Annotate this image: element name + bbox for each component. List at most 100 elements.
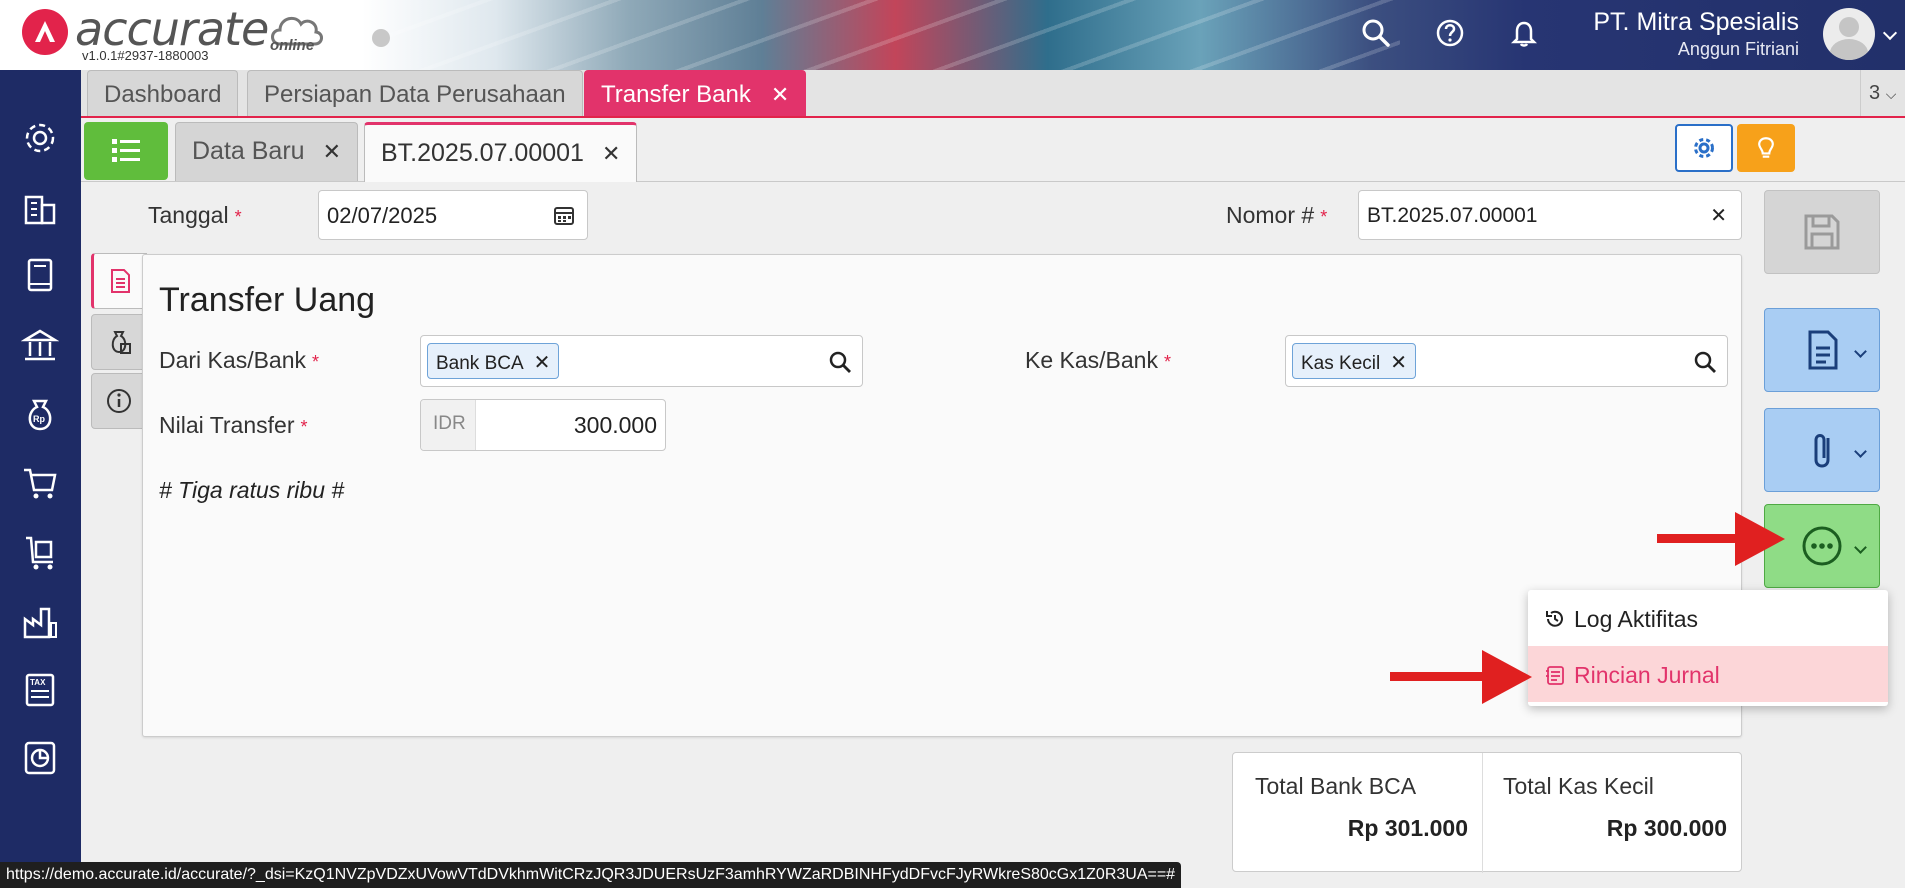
subtab-label: Data Baru	[192, 137, 305, 165]
gear-icon[interactable]	[20, 118, 60, 158]
ke-tag: Kas Kecil ✕	[1292, 343, 1416, 379]
nomor-value: BT.2025.07.00001	[1367, 204, 1538, 227]
tab-persiapan-data[interactable]: Persiapan Data Perusahaan	[247, 70, 583, 116]
totals-panel: Total Bank BCA Rp 301.000 Total Kas Keci…	[1232, 752, 1742, 873]
bell-icon[interactable]	[1506, 15, 1542, 51]
tax-icon[interactable]: TAX	[20, 670, 60, 710]
factory-icon[interactable]	[20, 602, 60, 642]
cart-icon[interactable]	[20, 463, 60, 503]
chevron-down-icon	[1854, 541, 1867, 554]
search-icon[interactable]	[1693, 350, 1717, 374]
report-chart-icon[interactable]	[20, 738, 60, 778]
currency-label: IDR	[421, 400, 476, 450]
close-icon[interactable]: ✕	[602, 141, 620, 167]
bank-icon[interactable]	[20, 325, 60, 365]
more-dots-icon	[1802, 526, 1842, 566]
journal-icon	[1546, 666, 1564, 685]
close-icon[interactable]: ✕	[771, 82, 789, 108]
nomor-label: Nomor # *	[1226, 202, 1328, 228]
dari-label: Dari Kas/Bank *	[159, 347, 320, 373]
gear-icon	[1694, 138, 1714, 158]
list-icon	[112, 139, 140, 162]
avatar[interactable]	[1823, 8, 1875, 60]
red-arrow-icon	[1657, 512, 1785, 566]
svg-text:Rp: Rp	[33, 414, 45, 424]
tab-detail[interactable]	[91, 253, 147, 309]
company-name: PT. Mitra Spesialis	[1593, 8, 1799, 36]
chevron-down-icon	[1854, 345, 1867, 358]
document-icon	[1808, 330, 1838, 370]
close-icon[interactable]: ✕	[323, 139, 341, 165]
nomor-input[interactable]: BT.2025.07.00001 ✕	[1358, 190, 1742, 240]
ke-label: Ke Kas/Bank *	[1025, 347, 1171, 373]
tab-label: Persiapan Data Perusahaan	[264, 81, 566, 108]
list-view-button[interactable]	[84, 122, 168, 180]
tab-label: Dashboard	[104, 81, 222, 108]
remove-icon[interactable]: ✕	[534, 352, 551, 374]
remove-icon[interactable]: ✕	[1390, 352, 1407, 374]
user-name: Anggun Fitriani	[1677, 39, 1799, 59]
dari-input[interactable]: Bank BCA ✕	[420, 335, 863, 387]
tab-count-dropdown[interactable]: 3 ⌵	[1860, 70, 1905, 116]
money-bag-icon	[111, 331, 131, 354]
total-kas-kecil: Total Kas Kecil Rp 300.000	[1503, 773, 1727, 841]
connection-dot	[372, 29, 390, 47]
search-icon[interactable]	[1358, 15, 1394, 51]
svg-text:TAX: TAX	[30, 678, 46, 687]
accurate-logo-icon[interactable]	[22, 9, 68, 55]
tab-dashboard[interactable]: Dashboard	[87, 70, 239, 116]
logo-online: online	[270, 37, 315, 54]
save-icon	[1804, 214, 1840, 250]
tab-count: 3	[1869, 82, 1881, 104]
subtab-bt-number[interactable]: BT.2025.07.00001 ✕	[364, 122, 638, 182]
calendar-icon[interactable]	[553, 204, 575, 226]
subtab-data-baru[interactable]: Data Baru ✕	[175, 122, 358, 181]
tab-money[interactable]	[91, 314, 147, 370]
ke-input[interactable]: Kas Kecil ✕	[1285, 335, 1728, 387]
chevron-down-icon[interactable]	[1882, 25, 1898, 41]
total-bank-bca: Total Bank BCA Rp 301.000	[1233, 753, 1483, 873]
card-title: Transfer Uang	[159, 281, 376, 319]
chevron-down-icon	[1854, 445, 1867, 458]
main-tab-bar: Dashboard Persiapan Data Perusahaan Tran…	[81, 70, 1905, 118]
sidebar: Rp TAX	[0, 70, 81, 888]
tab-transfer-bank[interactable]: Transfer Bank ✕	[584, 70, 807, 116]
tab-label: Transfer Bank	[601, 81, 751, 108]
menu-item-rincian-jurnal[interactable]: Rincian Jurnal	[1528, 646, 1888, 702]
help-icon[interactable]	[1432, 15, 1468, 51]
cart-box-icon[interactable]	[20, 533, 60, 573]
company-info[interactable]: PT. Mitra Spesialis Anggun Fitriani	[1593, 8, 1799, 60]
lightbulb-icon	[1758, 137, 1774, 158]
nilai-label: Nilai Transfer *	[159, 412, 308, 438]
settings-button[interactable]	[1675, 124, 1733, 172]
book-icon[interactable]	[20, 255, 60, 295]
subtab-label: BT.2025.07.00001	[381, 139, 584, 167]
tanggal-label: Tanggal *	[148, 202, 242, 228]
red-arrow-icon	[1390, 650, 1532, 704]
nilai-input[interactable]: IDR 300.000	[420, 399, 666, 451]
nilai-value: 300.000	[573, 412, 657, 438]
tab-info[interactable]	[91, 373, 147, 429]
money-bag-icon[interactable]: Rp	[20, 394, 60, 434]
paperclip-icon	[1814, 434, 1830, 468]
clear-icon[interactable]: ✕	[1710, 203, 1727, 228]
history-icon	[1546, 610, 1563, 627]
version-label: v1.0.1#2937-1880003	[82, 48, 209, 63]
status-url: https://demo.accurate.id/accurate/?_dsi=…	[0, 862, 1182, 888]
tanggal-value: 02/07/2025	[327, 203, 438, 228]
save-button[interactable]	[1764, 190, 1880, 274]
app-header: accurate online v1.0.1#2937-1880003 PT. …	[0, 0, 1905, 70]
dari-tag: Bank BCA ✕	[427, 343, 560, 379]
more-options-menu: Log Aktifitas Rincian Jurnal	[1528, 590, 1888, 706]
tips-button[interactable]	[1737, 124, 1795, 172]
document-icon	[111, 269, 130, 293]
search-icon[interactable]	[828, 350, 852, 374]
menu-item-log-aktifitas[interactable]: Log Aktifitas	[1528, 590, 1888, 646]
info-icon	[107, 389, 131, 413]
terbilang-text: # Tiga ratus ribu #	[159, 477, 345, 503]
tanggal-input[interactable]: 02/07/2025	[318, 190, 588, 240]
building-icon[interactable]	[20, 188, 60, 228]
document-menu-button[interactable]	[1764, 308, 1880, 392]
attachment-button[interactable]	[1764, 408, 1880, 492]
sub-tab-bar: Data Baru ✕ BT.2025.07.00001 ✕	[81, 118, 1905, 182]
